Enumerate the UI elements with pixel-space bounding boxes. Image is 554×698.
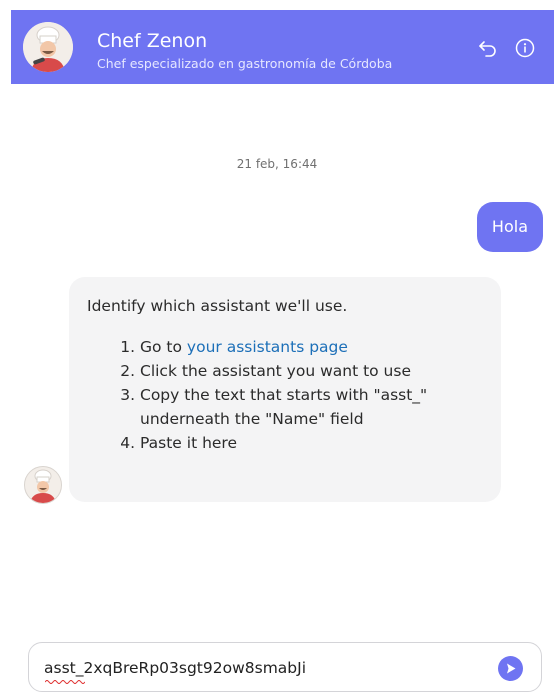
step-item: Copy the text that starts with "asst_" u… [140,383,483,431]
spellcheck-underline [45,680,85,684]
user-message: Hola [476,202,543,252]
bot-message-intro: Identify which assistant we'll use. [87,297,348,315]
send-arrow-icon [507,663,516,674]
chat-subtitle: Chef especializado en gastronomía de Cór… [97,56,393,71]
bot-avatar-icon [24,466,62,504]
step-prefix: Go to [140,338,187,356]
step-item: Click the assistant you want to use [140,359,483,383]
step-item: Go to your assistants page [140,335,483,359]
send-button[interactable] [498,656,523,681]
bot-message: Identify which assistant we'll use. Go t… [69,277,501,502]
chat-window: Chef Zenon Chef especializado en gastron… [0,0,554,698]
step-item: Paste it here [140,431,483,455]
back-arrow-icon[interactable] [477,37,499,59]
chef-avatar-icon [23,22,73,72]
chat-title: Chef Zenon [97,30,208,52]
message-composer [28,642,542,692]
message-date: 21 feb, 16:44 [236,157,318,171]
chat-header: Chef Zenon Chef especializado en gastron… [11,10,554,84]
message-input[interactable] [44,655,484,681]
assistants-page-link[interactable]: your assistants page [187,338,348,356]
steps-list: Go to your assistants page Click the ass… [87,335,483,455]
info-icon[interactable] [514,37,536,59]
